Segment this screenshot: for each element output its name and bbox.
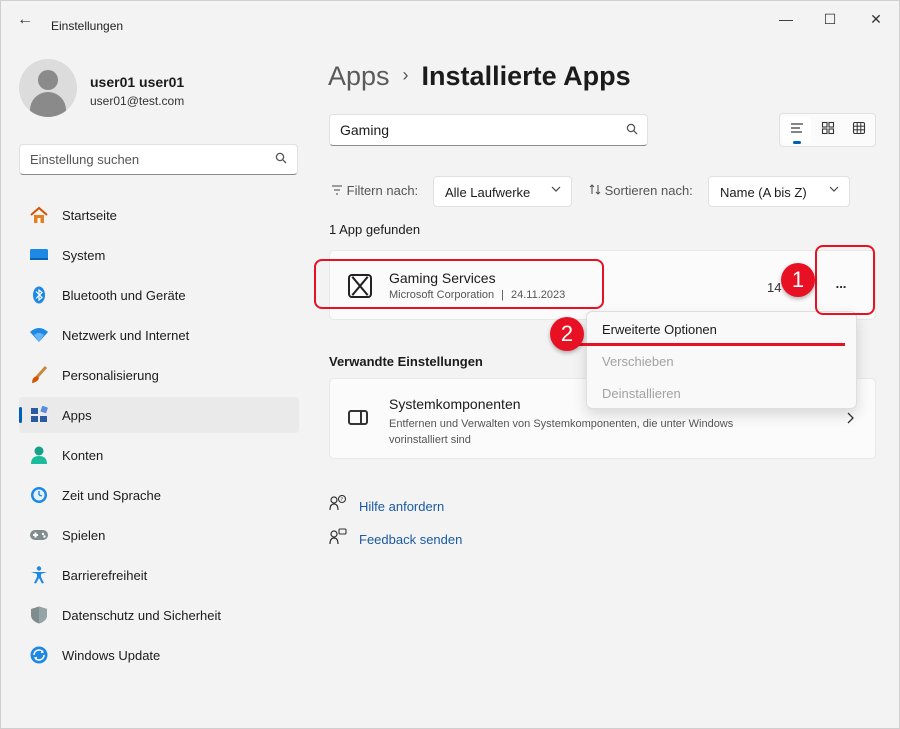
close-button[interactable]: ✕ [855,7,897,31]
settings-window: ← Einstellungen — ☐ ✕ user01 user01 user… [0,0,900,729]
search-icon [626,123,638,138]
update-icon [29,646,49,664]
home-icon [29,206,49,224]
settings-search-input[interactable]: Einstellung suchen [19,144,298,175]
back-button[interactable]: ← [13,11,37,29]
avatar-body-shape [30,92,66,117]
sidebar-item-label: Zeit und Sprache [62,488,162,503]
app-search-input[interactable]: Gaming [329,114,648,146]
sidebar-item-accounts[interactable]: Konten [19,437,299,473]
sidebar-nav: Startseite System Bluetooth und Geräte N… [19,197,299,677]
sidebar-item-label: Datenschutz und Sicherheit [62,608,221,623]
sidebar-item-accessibility[interactable]: Barrierefreiheit [19,557,299,593]
filter-label: Filtern nach: [331,183,418,198]
help-icon: ? [329,494,349,514]
menu-item-uninstall: Deinstallieren [602,386,681,401]
grid-view-icon[interactable] [845,117,873,143]
maximize-button[interactable]: ☐ [809,7,851,31]
wifi-icon [29,326,49,344]
app-size: 14 [767,280,782,295]
sort-label-text: Sortieren nach: [604,183,693,198]
sort-icon [589,183,605,198]
sidebar-item-label: Konten [62,448,104,463]
help-link-label: Hilfe anfordern [359,499,445,514]
results-count: 1 App gefunden [329,222,421,237]
menu-item-move: Verschieben [602,354,674,369]
feedback-link-label: Feedback senden [359,532,463,547]
app-context-menu: Erweiterte Optionen Verschieben Deinstal… [586,311,857,409]
app-search-value: Gaming [340,122,390,138]
shield-icon [29,606,49,624]
chevron-down-icon [551,185,561,196]
sidebar-item-label: Spielen [62,528,106,543]
svg-text:?: ? [340,497,343,503]
avatar-head-shape [38,70,58,90]
sidebar-item-bluetooth[interactable]: Bluetooth und Geräte [19,277,299,313]
sidebar-item-network[interactable]: Netzwerk und Internet [19,317,299,353]
chevron-down-icon [829,185,839,196]
annotation-underline-advanced-options [575,343,845,346]
sidebar-item-label: Startseite [62,208,117,223]
related-settings-heading: Verwandte Einstellungen [329,354,483,369]
drive-filter-value: Alle Laufwerke [445,185,531,200]
annotation-highlight-more-button [815,245,875,315]
window-title: Einstellungen [51,19,124,33]
sort-label: Sortieren nach: [589,183,693,198]
search-icon [275,152,287,167]
annotation-step-2-badge: 2 [550,317,584,351]
bluetooth-icon [29,286,49,304]
system-icon [29,246,49,264]
sort-dropdown[interactable]: Name (A bis Z) [708,176,850,207]
chevron-right-icon [846,411,854,427]
help-link[interactable]: ? Hilfe anfordern [329,494,445,514]
sidebar-item-label: Apps [62,408,92,423]
sidebar-item-label: Bluetooth und Geräte [62,288,186,303]
view-switcher [779,113,876,147]
minimize-button[interactable]: — [765,7,807,31]
time-language-icon [29,486,49,504]
annotation-highlight-app [314,259,604,309]
chevron-right-icon: › [402,65,409,85]
feedback-link[interactable]: Feedback senden [329,528,462,547]
system-components-icon [348,410,368,425]
sort-value: Name (A bis Z) [720,185,807,200]
brush-icon [29,365,49,384]
sidebar-item-label: Netzwerk und Internet [62,328,190,343]
page-title: Installierte Apps [421,61,631,91]
sidebar-item-windows-update[interactable]: Windows Update [19,637,299,673]
filter-icon [331,183,347,198]
system-components-description: Entfernen und Verwalten von Systemkompon… [389,418,734,446]
sidebar-item-system[interactable]: System [19,237,299,273]
sidebar-item-label: Windows Update [62,648,161,663]
sidebar-item-label: Barrierefreiheit [62,568,148,583]
apps-icon [29,405,49,424]
sidebar-item-apps[interactable]: Apps [19,397,299,433]
settings-search-placeholder: Einstellung suchen [30,152,140,167]
sidebar-item-label: Personalisierung [62,368,159,383]
drive-filter-dropdown[interactable]: Alle Laufwerke [433,176,572,207]
sidebar-item-gaming[interactable]: Spielen [19,517,299,553]
tile-view-icon[interactable] [814,117,842,143]
filter-label-text: Filtern nach: [346,183,419,198]
feedback-icon [329,528,349,547]
sidebar-item-time-language[interactable]: Zeit und Sprache [19,477,299,513]
sidebar-item-home[interactable]: Startseite [19,197,299,233]
sidebar-item-personalization[interactable]: Personalisierung [19,357,299,393]
accessibility-icon [29,566,49,584]
breadcrumb-apps-link[interactable]: Apps [328,61,390,91]
sidebar-item-privacy[interactable]: Datenschutz und Sicherheit [19,597,299,633]
annotation-step-1-badge: 1 [781,263,815,297]
breadcrumb: Apps › Installierte Apps [328,61,631,92]
gaming-icon [29,526,49,544]
list-view-icon[interactable] [783,117,811,144]
sidebar-item-label: System [62,248,106,263]
user-email: user01@test.com [90,94,185,108]
menu-item-advanced-options[interactable]: Erweiterte Optionen [602,322,717,337]
accounts-icon [29,446,49,464]
system-components-title: Systemkomponenten [389,396,521,412]
avatar [19,59,77,117]
user-name: user01 user01 [90,74,185,90]
title-bar: ← Einstellungen — ☐ ✕ [1,1,899,37]
